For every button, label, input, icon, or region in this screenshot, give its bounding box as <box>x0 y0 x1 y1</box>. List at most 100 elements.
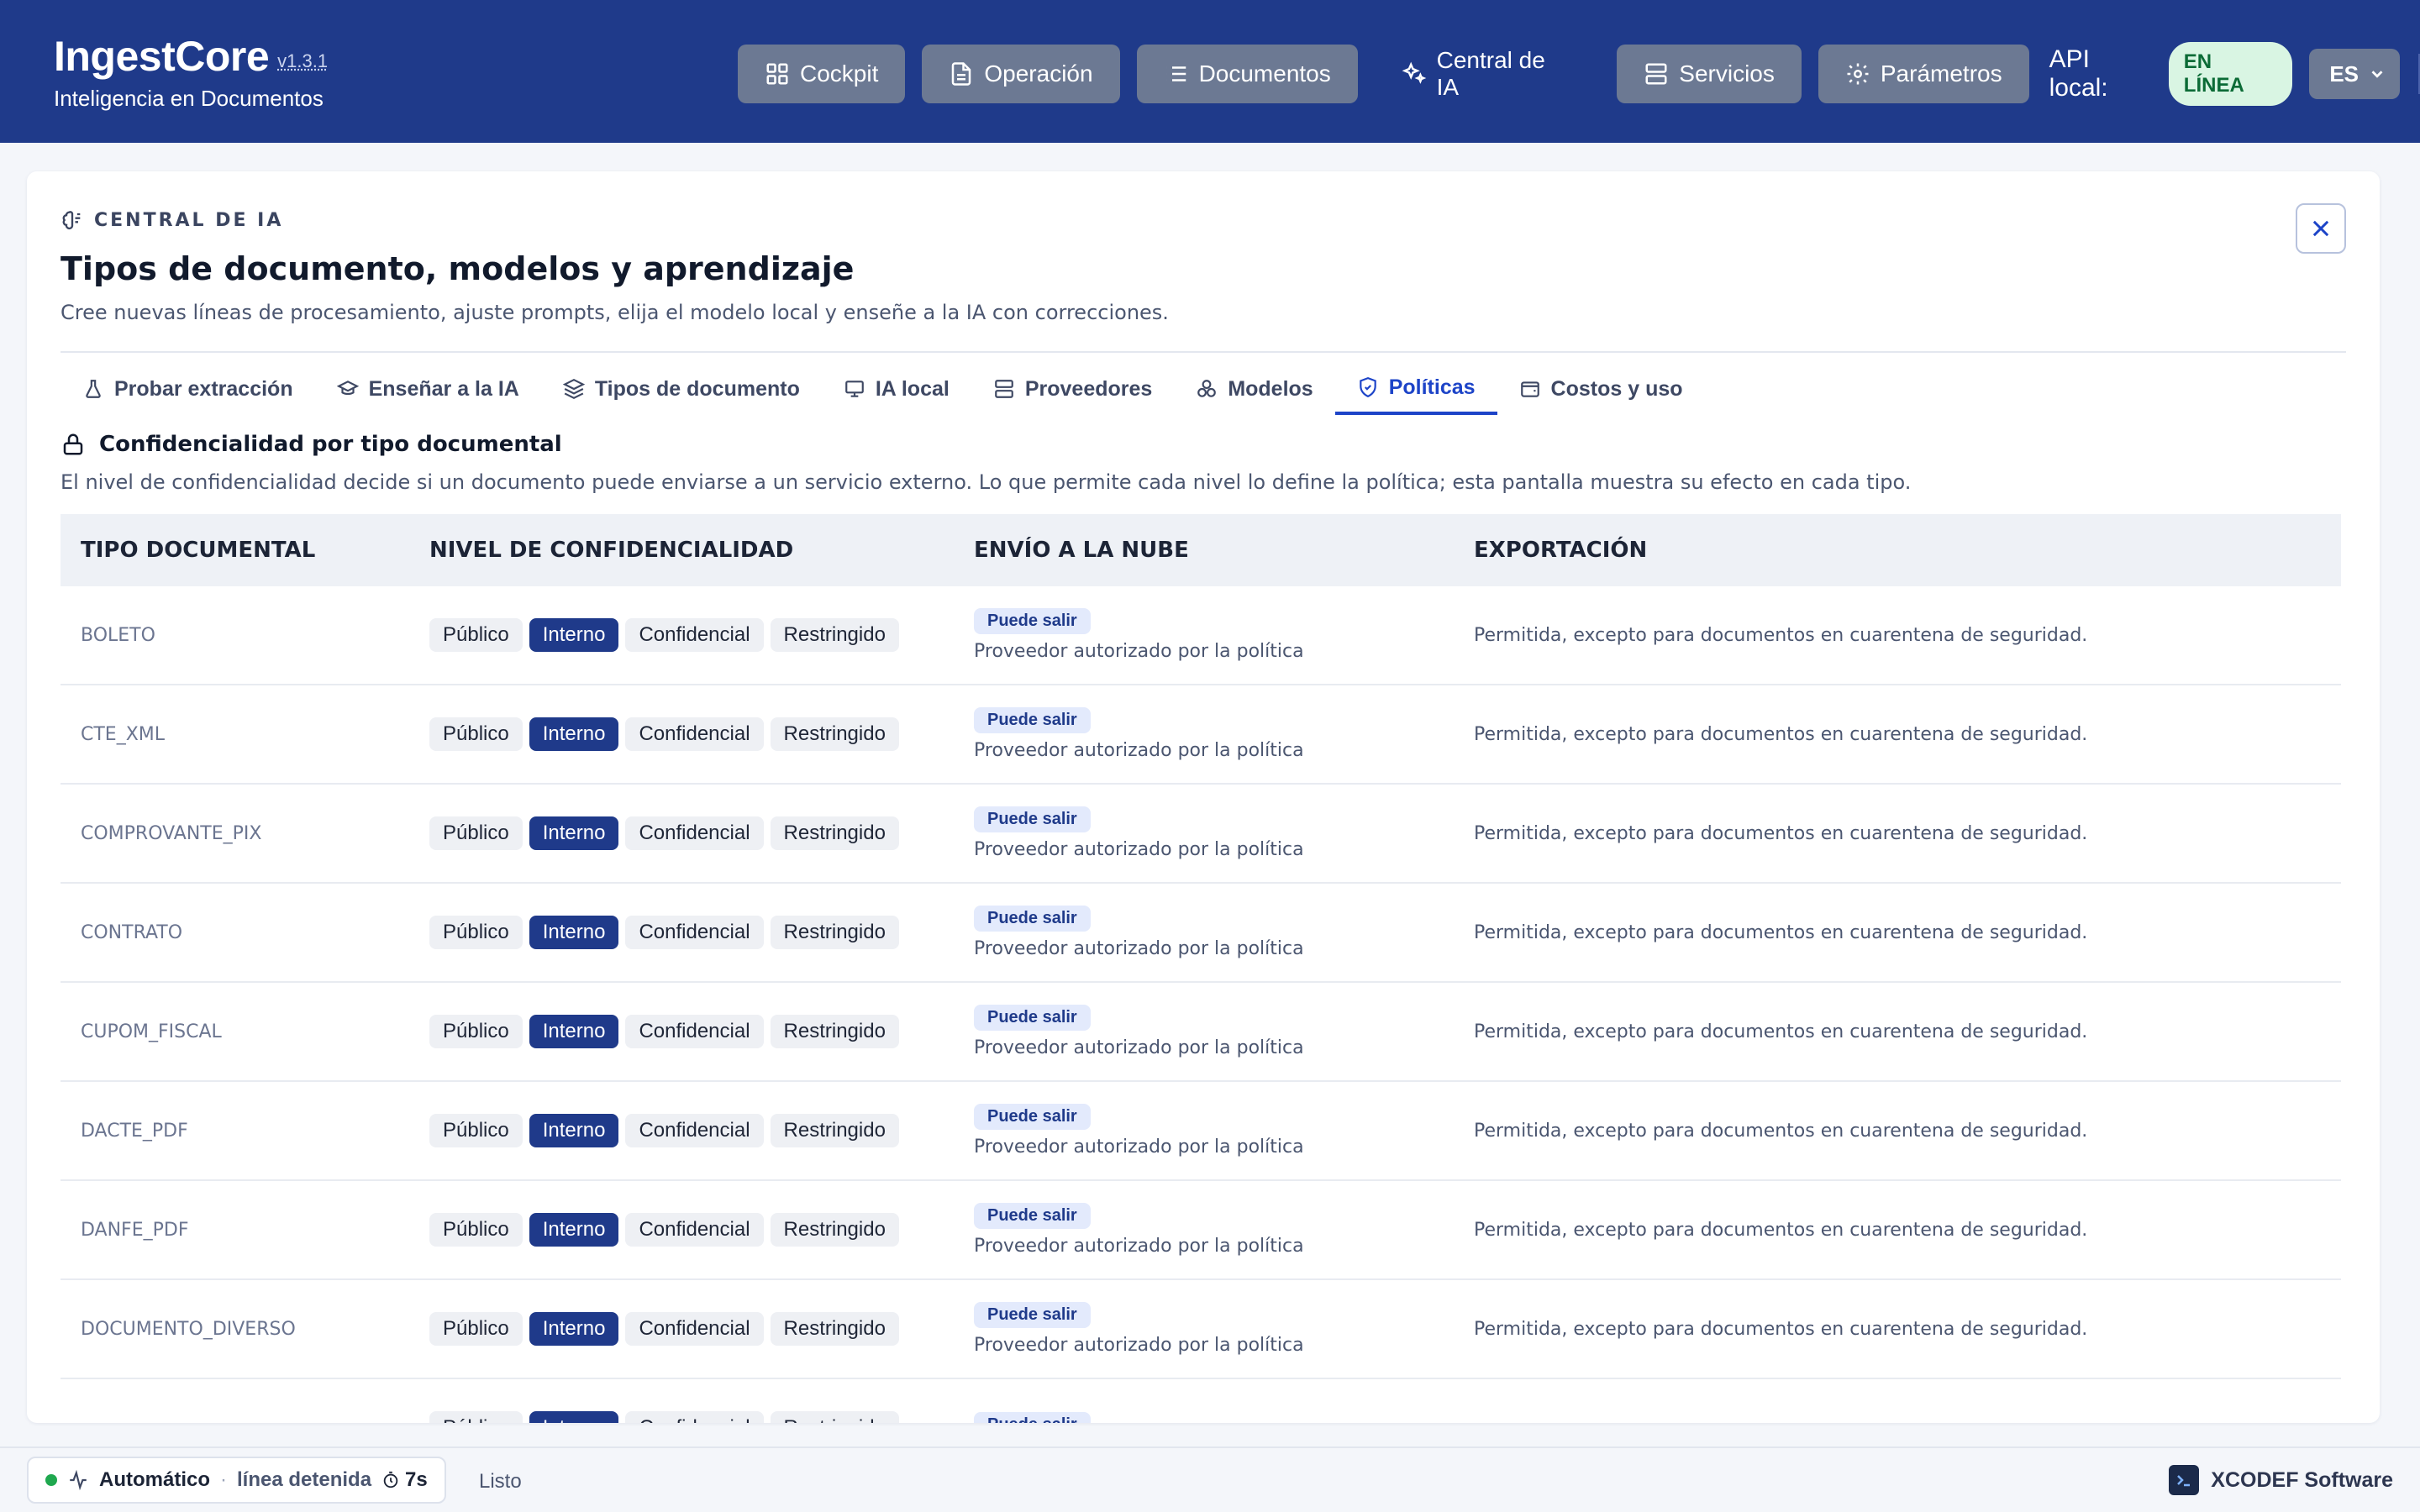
section-title: Confidencialidad por tipo documental <box>60 432 562 457</box>
export-policy: Permitida, excepto para documentos en cu… <box>1474 921 2088 943</box>
level-option[interactable]: Público <box>429 717 523 751</box>
nav-label: Servicios <box>1679 60 1775 87</box>
confidentiality-cell: PúblicoInternoConfidencialRestringido <box>429 717 974 751</box>
wallet-icon <box>1520 381 1539 397</box>
level-option[interactable]: Interno <box>529 1213 619 1247</box>
level-option[interactable]: Público <box>429 1312 523 1346</box>
table-row: CUPOM_FISCAL Público Interno Confidencial Re… <box>60 983 2341 1082</box>
nav-parametros[interactable]: Parámetros <box>1818 45 2029 103</box>
cloud-cell: Puede salir Proveedor autorizado por la p… <box>974 608 1474 662</box>
vendor-name: XCODEF Software <box>2211 1467 2393 1492</box>
level-option[interactable]: Interno <box>529 1312 619 1346</box>
table-body: BOLETO Público Interno Confidencial Restring… <box>60 586 2341 1423</box>
level-option[interactable]: Restringido <box>770 1114 899 1147</box>
document-type: CUPOM_FISCAL <box>81 1021 222 1042</box>
document-type: CONTRATO <box>81 921 183 943</box>
tab-ensenar-ia[interactable]: Enseñar a la IA <box>315 363 541 415</box>
level-option[interactable]: Público <box>429 1114 523 1147</box>
tab-label: Enseñar a la IA <box>368 376 519 401</box>
confidentiality-selector: PúblicoInternoConfidencialRestringido <box>429 1015 974 1048</box>
tab-modelos[interactable]: Modelos <box>1174 363 1334 415</box>
document-type: CTE_XML <box>81 723 166 745</box>
tab-costos-uso[interactable]: Costos y uso <box>1497 363 1705 415</box>
level-option[interactable]: Confidencial <box>625 1213 764 1247</box>
tab-probar-extraccion[interactable]: Probar extracción <box>60 363 315 415</box>
level-option[interactable]: Público <box>429 1411 523 1423</box>
tab-tipos-documento[interactable]: Tipos de documento <box>541 363 822 415</box>
level-option[interactable]: Restringido <box>770 1411 899 1423</box>
level-option[interactable]: Público <box>429 816 523 850</box>
boxes-icon <box>1197 380 1217 397</box>
nav-documentos[interactable]: Documentos <box>1136 45 1358 103</box>
nav-servicios[interactable]: Servicios <box>1617 45 1802 103</box>
level-option[interactable]: Confidencial <box>625 618 764 652</box>
export-policy: Permitida, excepto para documentos en cu… <box>1474 1120 2088 1142</box>
level-option[interactable]: Confidencial <box>625 1114 764 1147</box>
document-icon <box>952 62 971 86</box>
confidentiality-cell: PúblicoInternoConfidencialRestringido <box>429 618 974 652</box>
level-option[interactable]: Confidencial <box>625 1312 764 1346</box>
confidentiality-cell: PúblicoInternoConfidencialRestringido <box>429 1114 974 1147</box>
level-option[interactable]: Confidencial <box>625 1015 764 1048</box>
close-button[interactable] <box>2296 203 2346 254</box>
tab-ia-local[interactable]: IA local <box>822 363 971 415</box>
status-dot <box>45 1474 57 1486</box>
list-icon <box>1166 66 1186 81</box>
tab-politicas[interactable]: Políticas <box>1334 363 1497 415</box>
level-option[interactable]: Interno <box>529 1411 619 1423</box>
level-option[interactable]: Restringido <box>770 1312 899 1346</box>
cloud-cell: Puede salir Proveedor autorizado por la p… <box>974 806 1474 860</box>
cloud-status-badge: Puede salir <box>974 1104 1091 1130</box>
confidentiality-selector: PúblicoInternoConfidencialRestringido <box>429 816 974 850</box>
level-option[interactable]: Restringido <box>770 916 899 949</box>
level-option[interactable]: Público <box>429 1015 523 1048</box>
nav-central-ia[interactable]: Central de IA <box>1375 45 1601 103</box>
status-indicator[interactable]: Automático · línea detenida 7s <box>27 1457 446 1504</box>
level-option[interactable]: Interno <box>529 618 619 652</box>
level-option[interactable]: Confidencial <box>625 717 764 751</box>
level-option[interactable]: Interno <box>529 717 619 751</box>
language-select[interactable]: ES <box>2309 49 2401 99</box>
level-option[interactable]: Restringido <box>770 1015 899 1048</box>
page-title: Tipos de documento, modelos y aprendizaj… <box>60 250 855 287</box>
tab-proveedores[interactable]: Proveedores <box>971 363 1174 415</box>
status-separator: · <box>220 1468 227 1491</box>
level-option[interactable]: Confidencial <box>625 1411 764 1423</box>
table-row: BOLETO Público Interno Confidencial Restring… <box>60 586 2341 685</box>
level-option[interactable]: Interno <box>529 1114 619 1147</box>
cloud-note: Proveedor autorizado por la política <box>974 1137 1304 1158</box>
level-option[interactable]: Interno <box>529 916 619 949</box>
nav-cockpit[interactable]: Cockpit <box>738 45 906 103</box>
level-option[interactable]: Restringido <box>770 816 899 850</box>
level-option[interactable]: Restringido <box>770 717 899 751</box>
nav-label: Operación <box>984 60 1093 87</box>
cloud-cell: Puede salir Proveedor autorizado por la p… <box>974 1302 1474 1356</box>
level-option[interactable]: Restringido <box>770 618 899 652</box>
header-envio: ENVÍO A LA NUBE <box>974 538 1189 563</box>
cloud-note: Proveedor autorizado por la política <box>974 839 1304 860</box>
level-option[interactable]: Confidencial <box>625 816 764 850</box>
divider <box>60 351 2346 353</box>
level-option[interactable]: Interno <box>529 1015 619 1048</box>
cloud-status-badge: Puede salir <box>974 707 1091 733</box>
tab-label: Tipos de documento <box>594 376 800 401</box>
tab-label: IA local <box>875 376 950 401</box>
level-option[interactable]: Restringido <box>770 1213 899 1247</box>
level-option[interactable]: Público <box>429 618 523 652</box>
app-subtitle: Inteligencia en Documentos <box>54 86 324 111</box>
terminal-icon <box>2169 1465 2200 1495</box>
level-option[interactable]: Público <box>429 916 523 949</box>
shield-icon <box>1359 377 1376 398</box>
level-option[interactable]: Interno <box>529 816 619 850</box>
server-icon <box>995 380 1013 398</box>
document-type: DOCUMENTO_DIVERSO <box>81 1318 296 1340</box>
level-option[interactable]: Confidencial <box>625 916 764 949</box>
server-icon <box>1645 63 1667 85</box>
cloud-note: Proveedor autorizado por la política <box>974 938 1304 959</box>
confidentiality-selector: PúblicoInternoConfidencialRestringido <box>429 1213 974 1247</box>
level-option[interactable]: Público <box>429 1213 523 1247</box>
header-tipo: TIPO DOCUMENTAL <box>81 538 316 563</box>
nav-operacion[interactable]: Operación <box>922 45 1120 103</box>
section-title-text: Confidencialidad por tipo documental <box>99 432 562 457</box>
app-version[interactable]: v1.3.1 <box>277 50 328 71</box>
